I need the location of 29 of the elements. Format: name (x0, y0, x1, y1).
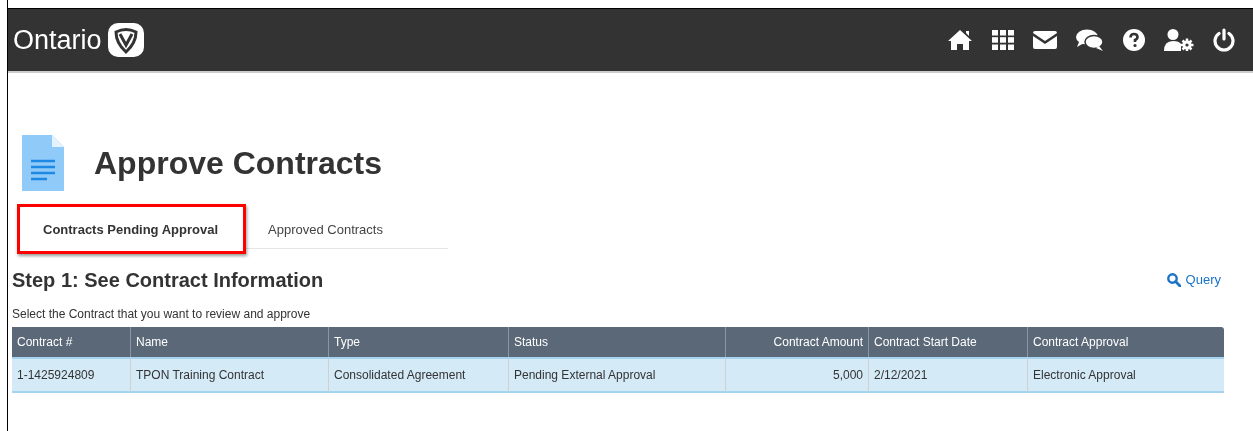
grid-icon[interactable] (992, 30, 1014, 50)
tab[interactable]: Approved Contracts (243, 211, 408, 249)
query-link[interactable]: Query (1166, 270, 1221, 290)
table-cell: TPON Training Contract (130, 357, 328, 393)
column-header: Contract Approval (1027, 327, 1224, 357)
document-icon (22, 135, 64, 191)
brand-name: Ontario (13, 26, 102, 54)
user-settings-icon[interactable] (1164, 29, 1194, 51)
table-cell: 5,000 (725, 357, 868, 393)
mail-icon[interactable] (1033, 31, 1057, 49)
table-cell: 1-1425924809 (12, 357, 130, 393)
search-icon (1166, 273, 1181, 287)
column-header: Status (508, 327, 725, 357)
column-header: Contract Start Date (868, 327, 1027, 357)
home-icon[interactable] (947, 29, 973, 51)
power-icon[interactable] (1213, 28, 1235, 52)
table-cell: Consolidated Agreement (328, 357, 508, 393)
column-header: Contract Amount (725, 327, 868, 357)
column-header: Name (130, 327, 328, 357)
page-title: Approve Contracts (94, 147, 383, 179)
table-cell: Electronic Approval (1027, 357, 1224, 393)
column-header: Contract # (12, 327, 130, 357)
column-header: Type (328, 327, 508, 357)
table-cell: Pending External Approval (508, 357, 725, 393)
table-cell: 2/12/2021 (868, 357, 1027, 393)
instruction-text: Select the Contract that you want to review and approve (11, 308, 312, 320)
section-title: Step 1: See Contract Information (12, 270, 324, 290)
help-icon[interactable] (1123, 29, 1145, 51)
chat-icon[interactable] (1076, 29, 1104, 51)
